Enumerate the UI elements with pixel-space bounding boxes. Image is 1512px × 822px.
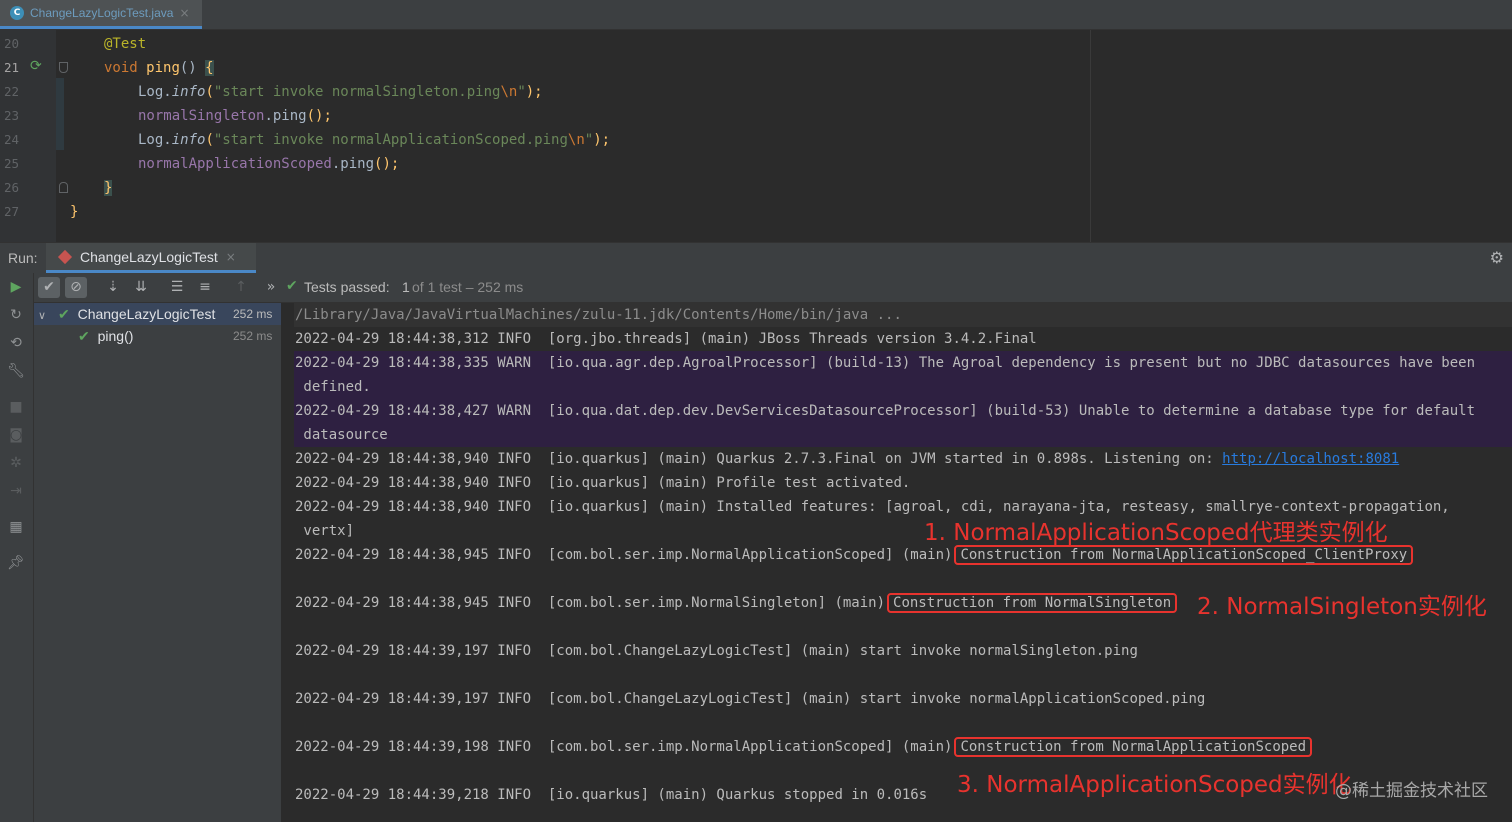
toggle-auto-test-icon[interactable]: ⟲: [6, 333, 26, 353]
editor-gutter: 20 21 ⟳ 22 23 24 25 26 27: [0, 30, 68, 242]
show-ignored-icon[interactable]: ⊘: [65, 277, 87, 298]
line-number: 23: [4, 108, 20, 123]
run-tab-changelazylogictest[interactable]: ChangeLazyLogicTest ×: [46, 243, 256, 273]
close-icon[interactable]: ×: [179, 6, 189, 20]
java-class-icon: C: [10, 6, 24, 20]
console-line: 2022-04-29 18:44:39,197 INFO [com.bol.Ch…: [295, 691, 1206, 707]
collapse-all-icon[interactable]: ≡: [194, 277, 216, 298]
annotation-2: 2. NormalSingleton实例化: [1197, 594, 1487, 620]
editor-tab-changelazylogictest[interactable]: C ChangeLazyLogicTest.java ×: [0, 0, 202, 29]
previous-failed-icon[interactable]: ↑: [230, 277, 252, 298]
console-line: 2022-04-29 18:44:39,197 INFO [com.bol.Ch…: [295, 643, 1138, 659]
fold-icon[interactable]: [59, 62, 68, 73]
run-side-toolbar: ▶ ↻ ⟲ 🔧︎ ■ ◙ ✲ ⇥ ▦ 📌︎: [0, 273, 34, 822]
run-test-gutter-icon[interactable]: ⟳: [30, 58, 42, 74]
line-number: 21: [4, 60, 20, 75]
console-line: 2022-04-29 18:44:38,945 INFO [com.bol.se…: [295, 591, 1178, 615]
test-tree: ∨ ✔ ChangeLazyLogicTest 252 ms ✔ ping() …: [34, 303, 282, 822]
passed-icon: ✔: [57, 306, 70, 322]
exit-icon[interactable]: ⇥: [6, 481, 26, 501]
fold-icon[interactable]: [59, 182, 68, 193]
show-passed-icon[interactable]: ✔: [38, 277, 60, 298]
console-line: 2022-04-29 18:44:39,218 INFO [io.quarkus…: [295, 787, 928, 803]
highlight-box-3: Construction from NormalApplicationScope…: [954, 737, 1313, 757]
line-number: 27: [4, 204, 20, 219]
chevron-down-icon[interactable]: ∨: [38, 310, 46, 322]
line-number: 24: [4, 132, 20, 147]
sort-alpha-icon[interactable]: ⇣: [102, 277, 124, 298]
run-tab-label: ChangeLazyLogicTest: [80, 248, 218, 265]
line-number: 25: [4, 156, 20, 171]
console-line: 2022-04-29 18:44:38,940 INFO [io.quarkus…: [295, 475, 911, 491]
run-label: Run:: [8, 250, 38, 266]
editor-tab-label: ChangeLazyLogicTest.java: [30, 6, 174, 20]
wrench-icon[interactable]: 🔧︎: [6, 361, 26, 381]
console-line: vertx]: [295, 523, 355, 539]
camera-icon[interactable]: ◙: [6, 425, 26, 445]
code-line-20: @Test: [104, 36, 147, 52]
settings-icon[interactable]: ✲: [6, 453, 26, 473]
more-icon[interactable]: »: [260, 277, 282, 298]
code-editor[interactable]: 20 21 ⟳ 22 23 24 25 26 27 @Test void pin…: [0, 30, 1512, 242]
editor-tab-bar: C ChangeLazyLogicTest.java ×: [0, 0, 1512, 30]
console-line: 2022-04-29 18:44:38,427 WARN [io.qua.dat…: [295, 403, 1476, 419]
console-line: 2022-04-29 18:44:38,335 WARN [io.qua.agr…: [295, 355, 1476, 371]
test-config-icon: [57, 249, 73, 264]
console-line: datasource: [295, 427, 388, 443]
code-line-22: Log.info("start invoke normalSingleton.p…: [138, 84, 543, 100]
run-tool-window-header: Run: ChangeLazyLogicTest × ⚙: [0, 242, 1512, 273]
passed-icon: ✔: [78, 328, 90, 344]
localhost-link[interactable]: http://localhost:8081: [1222, 451, 1399, 467]
gear-icon[interactable]: ⚙: [1490, 248, 1504, 267]
layout-icon[interactable]: ▦: [6, 517, 26, 537]
code-line-21: void ping() {: [104, 60, 214, 76]
console-line: 2022-04-29 18:44:39,198 INFO [com.bol.se…: [295, 735, 1313, 759]
console-line: 2022-04-29 18:44:38,940 INFO [io.quarkus…: [295, 451, 1400, 467]
right-margin-guide: [1090, 30, 1091, 242]
tree-item-ping[interactable]: ✔ ping() 252 ms: [78, 325, 278, 347]
highlight-box-1: Construction from NormalApplicationScope…: [954, 545, 1414, 565]
expand-all-icon[interactable]: ☰: [166, 277, 188, 298]
console-command: /Library/Java/JavaVirtualMachines/zulu-1…: [295, 307, 902, 323]
code-line-26: }: [104, 180, 113, 196]
line-number: 20: [4, 36, 20, 51]
line-number: 26: [4, 180, 20, 195]
annotation-3: 3. NormalApplicationScoped实例化: [957, 772, 1352, 798]
line-number: 22: [4, 84, 20, 99]
annotation-1: 1. NormalApplicationScoped代理类实例化: [924, 520, 1388, 546]
test-toolbar: ✔ ⊘ ⇣ ⇊ ☰ ≡ ↑ » ✔ Tests passed: 1 of 1 t…: [34, 273, 1512, 303]
code-line-24: Log.info("start invoke normalApplication…: [138, 132, 611, 148]
highlight-box-2: Construction from NormalSingleton: [887, 593, 1178, 613]
tree-item-changelazylogictest[interactable]: ∨ ✔ ChangeLazyLogicTest 252 ms: [38, 303, 278, 325]
change-marker: [56, 78, 64, 150]
check-icon: ✔: [286, 278, 298, 294]
stop-icon[interactable]: ■: [6, 397, 26, 417]
close-icon[interactable]: ×: [226, 250, 236, 264]
console-line: 2022-04-29 18:44:38,312 INFO [org.jbo.th…: [295, 331, 1037, 347]
code-line-23: normalSingleton.ping();: [138, 108, 332, 124]
code-line-27: }: [70, 204, 79, 220]
console-output[interactable]: /Library/Java/JavaVirtualMachines/zulu-1…: [282, 303, 1512, 822]
code-line-25: normalApplicationScoped.ping();: [138, 156, 400, 172]
pin-icon[interactable]: 📌︎: [6, 553, 26, 573]
watermark: @稀土掘金技术社区: [1335, 781, 1488, 801]
rerun-icon[interactable]: ▶: [6, 277, 26, 297]
console-line: defined.: [295, 379, 371, 395]
sort-duration-icon[interactable]: ⇊: [130, 277, 152, 298]
rerun-failed-icon[interactable]: ↻: [6, 305, 26, 325]
